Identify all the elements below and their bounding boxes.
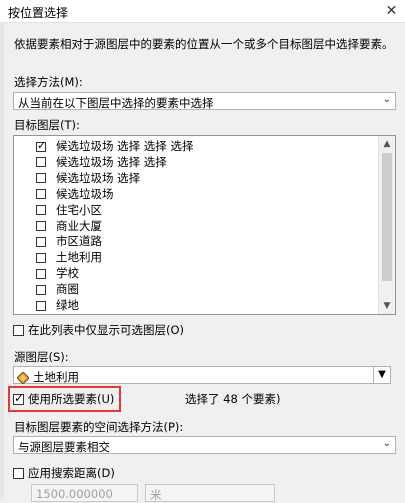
list-item[interactable]: 候选垃圾场 选择 选择 选择 [36,138,193,154]
list-item[interactable]: 候选垃圾场 [36,186,114,202]
source-layer-value: 土地利用 [33,370,79,384]
layer-label: 住宅小区 [56,202,102,217]
layer-label: 候选垃圾场 [56,186,114,201]
target-layers-list[interactable]: 候选垃圾场 选择 选择 选择候选垃圾场 选择 选择候选垃圾场 选择候选垃圾场住宅… [13,135,396,315]
search-distance-label: 应用搜索距离(D) [28,466,115,480]
target-layers-label: 目标图层(T): [14,118,80,132]
scrollbar-thumb[interactable] [382,153,392,281]
selection-method-dropdown[interactable]: 从当前在以下图层中选择的要素中选择 ⌄ [13,92,396,110]
close-button[interactable]: ✕ [378,0,405,22]
chevron-down-icon: ⌄ [382,438,391,449]
description-text: 依据要素相对于源图层中的要素的位置从一个或多个目标图层中选择要素。 [14,37,394,51]
layer-checkbox[interactable] [36,252,46,263]
list-item[interactable]: 绿地 [36,297,79,313]
use-selected-label: 使用所选要素(U) [28,392,115,406]
spatial-method-value: 与源图层要素相交 [18,440,110,454]
layer-checkbox[interactable] [36,173,46,184]
search-distance-input[interactable]: 1500.000000 [31,484,138,502]
layer-label: 候选垃圾场 选择 [56,170,141,185]
list-item[interactable]: 商圈 [36,281,79,297]
spatial-method-label: 目标图层要素的空间选择方法(P): [14,420,184,434]
layer-checkbox[interactable] [36,284,46,295]
list-item[interactable]: 候选垃圾场 选择 选择 [36,154,167,170]
use-selected-box[interactable] [13,391,24,405]
only-selectable-box[interactable] [13,325,24,336]
layer-checkbox[interactable] [36,205,46,216]
layer-label: 商圈 [56,282,79,297]
window-title: 按位置选择 [8,6,69,20]
search-distance-box[interactable] [13,468,24,479]
use-selected-checkbox[interactable]: 使用所选要素(U) [13,391,114,407]
layer-label: 候选垃圾场 选择 选择 选择 [56,139,194,153]
layer-checkbox[interactable] [36,221,46,231]
scroll-up-icon[interactable]: ▲ [379,136,395,152]
layer-label: 候选垃圾场 选择 选择 [56,154,167,169]
scroll-down-icon[interactable]: ▼ [379,298,395,314]
list-scrollbar[interactable]: ▲ ▼ [378,136,395,314]
list-item[interactable]: 土地利用 [36,249,102,265]
list-item[interactable]: 学校 [36,265,79,281]
source-layer-label: 源图层(S): [14,350,69,364]
layer-label: 商业大厦 [56,218,102,233]
layer-checkbox[interactable] [36,139,46,152]
list-item[interactable]: 市区道路 [36,233,102,249]
list-item[interactable]: 住宅小区 [36,202,102,218]
layer-checkbox[interactable] [36,189,46,200]
layer-checkbox[interactable] [36,157,46,168]
selection-method-label: 选择方法(M): [14,75,83,89]
search-distance-checkbox[interactable]: 应用搜索距离(D) [13,465,115,481]
list-item[interactable]: 候选垃圾场 选择 [36,170,140,186]
distance-unit-dropdown[interactable]: 米 [145,484,275,502]
selection-method-value: 从当前在以下图层中选择的要素中选择 [18,96,214,110]
only-selectable-label: 在此列表中仅显示可选图层(O) [28,323,185,337]
layer-checkbox[interactable] [36,268,46,279]
only-selectable-checkbox[interactable]: 在此列表中仅显示可选图层(O) [13,322,184,338]
selected-count-text: 选择了 48 个要素) [185,392,281,406]
layer-label: 土地利用 [56,250,102,265]
polygon-layer-icon [17,371,29,384]
distance-unit-value: 米 [150,488,162,502]
layer-checkbox[interactable] [36,300,46,311]
spatial-method-dropdown[interactable]: 与源图层要素相交 ⌄ [13,436,396,454]
layer-label: 市区道路 [56,234,102,249]
layer-label: 绿地 [56,298,79,312]
chevron-down-icon: ⌄ [382,94,391,105]
layer-checkbox[interactable] [36,236,46,247]
source-layer-dropdown[interactable]: 土地利用 ▼ [13,366,391,384]
window-edge [0,22,4,499]
chevron-down-icon: ▼ [373,367,390,383]
list-item[interactable]: 商业大厦 [36,218,102,234]
layer-label: 学校 [56,266,79,281]
